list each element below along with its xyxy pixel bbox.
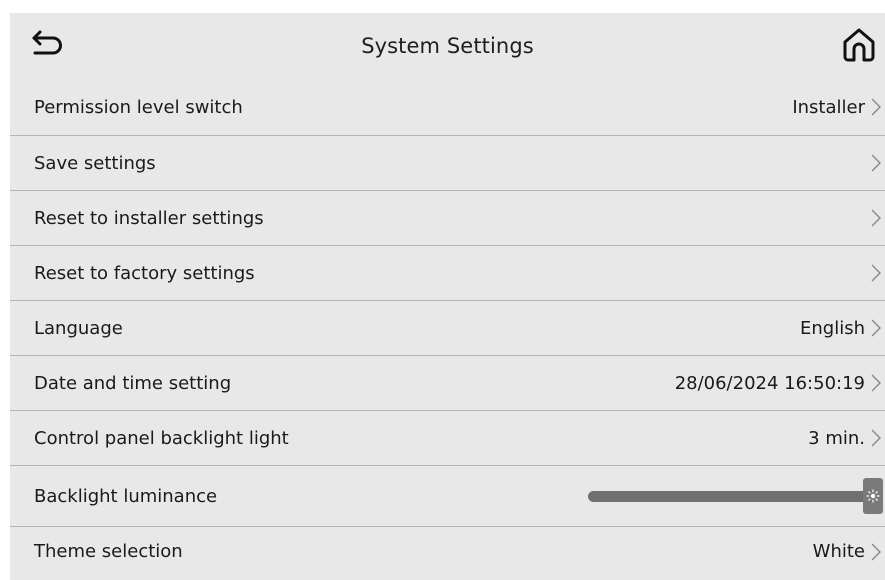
chevron-right-icon: [871, 429, 881, 447]
row-theme-selection[interactable]: Theme selection White: [10, 527, 885, 567]
home-button[interactable]: [837, 23, 881, 67]
header-bar: System Settings: [10, 13, 885, 79]
row-save-settings[interactable]: Save settings: [10, 136, 885, 191]
sun-icon: [866, 489, 880, 503]
row-date-time[interactable]: Date and time setting 28/06/2024 16:50:1…: [10, 356, 885, 411]
chevron-right-icon: [871, 98, 881, 116]
row-label: Permission level switch: [34, 96, 243, 118]
system-settings-screen: System Settings Permission level switch …: [10, 13, 885, 580]
row-value: 3 min.: [808, 427, 865, 449]
row-value: White: [812, 541, 865, 562]
slider-track[interactable]: [588, 491, 869, 502]
row-backlight-luminance: Backlight luminance: [10, 466, 885, 527]
row-value: English: [800, 317, 865, 339]
row-label: Reset to factory settings: [34, 262, 255, 284]
luminance-slider[interactable]: [588, 478, 883, 514]
row-value: Installer: [792, 96, 865, 118]
row-label: Backlight luminance: [34, 485, 218, 507]
chevron-right-icon: [871, 543, 881, 560]
chevron-right-icon: [871, 319, 881, 337]
row-label: Date and time setting: [34, 372, 232, 394]
row-value: 28/06/2024 16:50:19: [674, 372, 865, 394]
home-icon: [843, 28, 875, 62]
back-arrow-icon: [32, 30, 62, 55]
row-label: Save settings: [34, 152, 156, 174]
chevron-right-icon: [871, 374, 881, 392]
row-reset-factory[interactable]: Reset to factory settings: [10, 246, 885, 301]
row-reset-installer[interactable]: Reset to installer settings: [10, 191, 885, 246]
chevron-right-icon: [871, 209, 881, 227]
chevron-right-icon: [871, 154, 881, 172]
chevron-right-icon: [871, 264, 881, 282]
row-label: Control panel backlight light: [34, 427, 289, 449]
row-language[interactable]: Language English: [10, 301, 885, 356]
row-backlight-timeout[interactable]: Control panel backlight light 3 min.: [10, 411, 885, 466]
row-permission-level[interactable]: Permission level switch Installer: [10, 79, 885, 136]
row-label: Reset to installer settings: [34, 207, 264, 229]
row-label: Theme selection: [34, 541, 183, 562]
slider-thumb[interactable]: [863, 478, 883, 514]
back-button[interactable]: [28, 25, 68, 59]
settings-list: Permission level switch Installer Save s…: [10, 79, 885, 567]
page-title: System Settings: [361, 34, 534, 58]
row-label: Language: [34, 317, 123, 339]
